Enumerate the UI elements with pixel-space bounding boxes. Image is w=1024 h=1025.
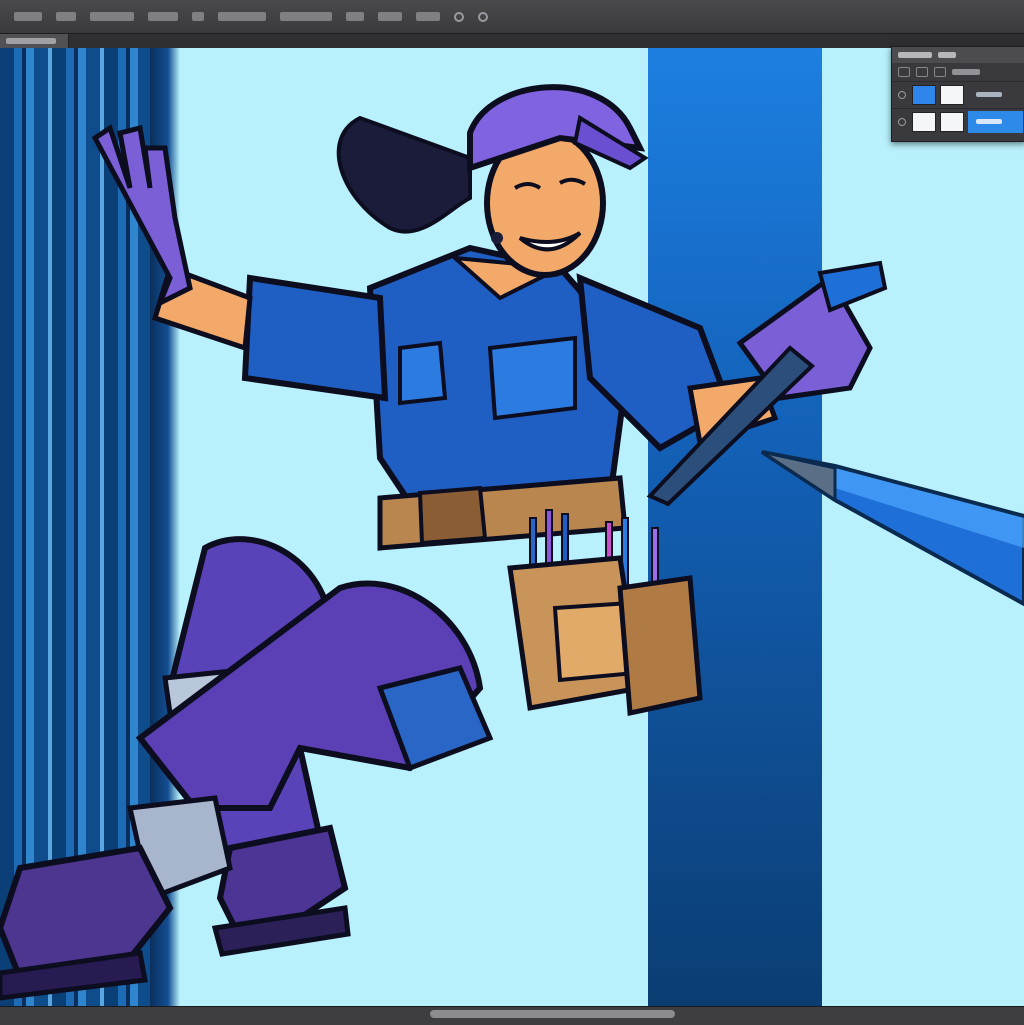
eye-icon[interactable] [898,118,906,126]
layer-mask-thumbnail [940,85,964,105]
share-icon[interactable] [478,11,488,22]
menu-item-edit[interactable] [56,12,76,21]
worker-head [336,84,649,278]
menu-item-layer[interactable] [148,12,178,21]
document-tab[interactable] [0,34,69,48]
layers-panel-subtitle [938,52,956,58]
menu-item-window[interactable] [378,12,402,21]
layers-toolbar [892,63,1024,81]
giant-pen [760,450,1024,607]
artwork-illustration [0,84,1024,1001]
layers-panel-title [898,52,932,58]
menu-item-image[interactable] [90,12,134,21]
blend-mode-select[interactable] [952,69,980,75]
menu-item-select[interactable] [218,12,266,21]
menu-item-type[interactable] [192,12,204,21]
menu-item-view[interactable] [346,12,364,21]
image-editor-window [0,0,1024,1025]
layers-panel [891,46,1024,142]
document-tab-label [6,38,56,44]
menu-item-help[interactable] [416,12,440,21]
layer-mask-thumbnail [940,112,964,132]
eye-icon[interactable] [898,91,906,99]
menu-item-file[interactable] [14,12,42,21]
menu-bar [0,0,1024,34]
layer-thumbnail [912,112,936,132]
layer-row[interactable] [892,81,1024,108]
menu-item-filter[interactable] [280,12,332,21]
fx-icon[interactable] [934,67,946,77]
horizontal-scrollbar[interactable] [430,1010,675,1018]
layer-row-selected[interactable] [892,108,1024,135]
mask-icon[interactable] [916,67,928,77]
settings-icon[interactable] [454,11,464,22]
lock-icon[interactable] [898,67,910,77]
layer-thumbnail [912,85,936,105]
layer-name [968,84,1023,106]
layers-panel-header [892,47,1024,63]
layer-name [968,111,1023,133]
